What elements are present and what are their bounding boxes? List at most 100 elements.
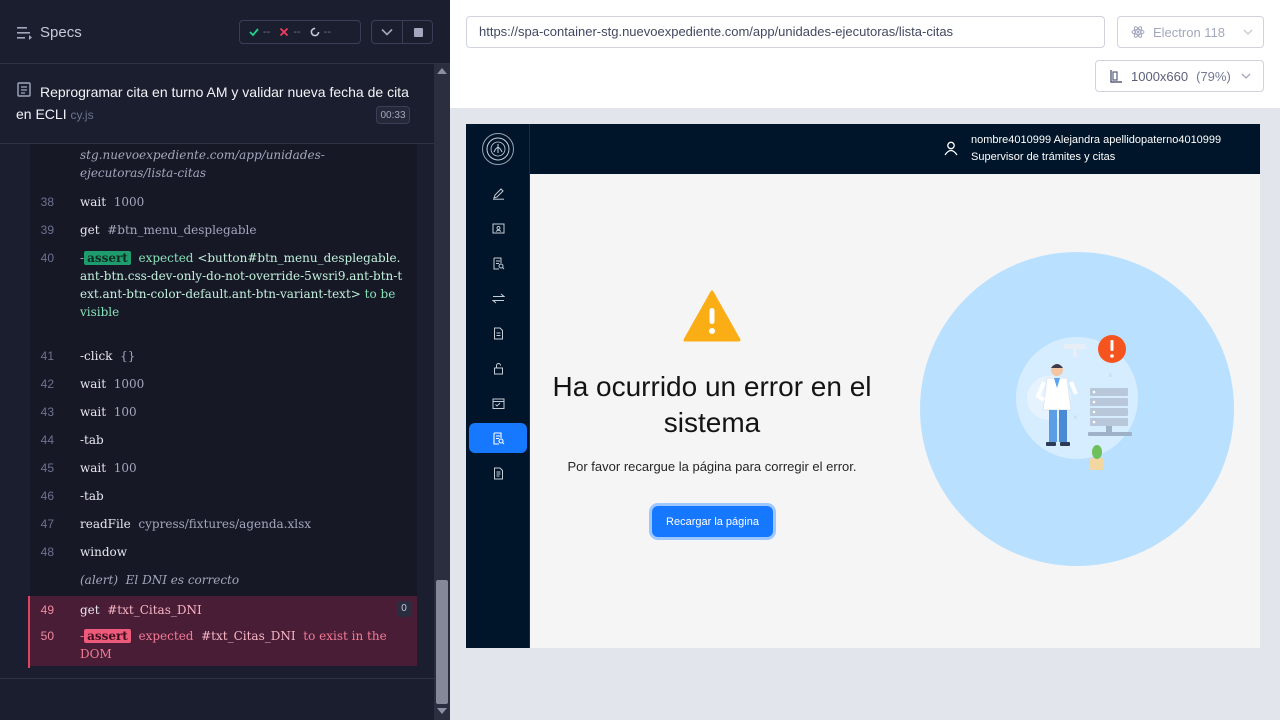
test-title: Reprogramar cita en turno AM y validar n…	[16, 81, 418, 126]
run-controls	[371, 20, 433, 44]
warning-icon	[683, 290, 741, 342]
failed-indicator-bar	[28, 596, 30, 668]
chevron-down-icon	[381, 28, 393, 36]
sidebar-item-schedule[interactable]	[469, 388, 527, 418]
command-number: 42	[40, 377, 54, 391]
command-number: 48	[40, 545, 54, 559]
reporter-header: Specs -- -- --	[0, 0, 450, 64]
browser-selector[interactable]: Electron 118	[1117, 16, 1264, 48]
spinner-icon	[310, 27, 320, 37]
command-arg: 100	[113, 461, 137, 475]
url-line-2: ejecutoras/lista-citas	[80, 166, 207, 180]
sidebar-item-id-card[interactable]	[469, 213, 527, 243]
svg-text:×: ×	[1073, 413, 1078, 422]
seal-icon	[486, 137, 510, 161]
command-number: 41	[40, 349, 54, 363]
command-number: 40	[40, 251, 54, 265]
swap-icon	[491, 293, 505, 303]
sidebar-item-unlock[interactable]	[469, 353, 527, 383]
assert-expected: expected	[138, 251, 194, 265]
command-arg: #txt_Citas_DNI	[107, 603, 202, 617]
app-sidebar	[466, 124, 530, 648]
passed-count: --	[263, 26, 271, 38]
url-line-1: stg.nuevoexpediente.com/app/unidades-	[80, 148, 325, 162]
element-count-badge: 0	[397, 601, 411, 617]
command-number: 46	[40, 489, 54, 503]
passed-stat: --	[249, 26, 270, 38]
viewport-selector[interactable]: 1000x660 (79%)	[1095, 60, 1264, 92]
command-name: -click	[80, 349, 113, 363]
command-name: get	[80, 603, 100, 617]
browser-label: Electron 118	[1153, 24, 1226, 40]
unlock-icon	[493, 362, 503, 374]
institution-logo[interactable]	[482, 133, 514, 165]
stop-icon	[413, 27, 423, 37]
command-log: ​ stg.nuevoexpediente.com/app/unidades- …	[30, 144, 417, 666]
assert-badge: assert	[84, 251, 131, 265]
app-header: nombre4010999 Alejandra apellidopaterno4…	[530, 124, 1260, 174]
failed-count: --	[293, 26, 301, 38]
assert-badge: assert	[84, 629, 131, 643]
command-arg: {}	[120, 349, 136, 363]
reporter-scrollbar[interactable]	[434, 64, 450, 720]
sidebar-item-transfer[interactable]	[469, 283, 527, 313]
specs-label[interactable]: Specs	[40, 24, 82, 41]
reload-page-button[interactable]: Recargar la página	[652, 506, 773, 537]
app-under-test: nombre4010999 Alejandra apellidopaterno4…	[466, 124, 1260, 648]
file-text-icon	[493, 467, 503, 479]
user-role: Supervisor de trámites y citas	[971, 151, 1116, 163]
command-name: -tab	[80, 489, 104, 503]
assert-tail: to exist in	[303, 629, 364, 643]
command-name: wait	[80, 461, 107, 475]
command-scroll-area[interactable]: Reprogramar cita en turno AM y validar n…	[0, 64, 434, 678]
failed-stat: --	[279, 26, 301, 38]
scroll-up-arrow-icon[interactable]	[437, 68, 447, 74]
scroll-down-arrow-icon[interactable]	[437, 708, 447, 714]
chevron-down-icon	[1243, 29, 1253, 35]
electron-icon	[1131, 26, 1145, 38]
sidebar-item-report[interactable]	[469, 458, 527, 488]
alert-label: (alert)	[80, 573, 119, 587]
assert-tail: to be	[364, 287, 396, 301]
test-duration: 00:33	[376, 106, 410, 124]
sidebar-item-file-search[interactable]	[469, 248, 527, 278]
command-number: 49	[40, 603, 54, 617]
user-name[interactable]: nombre4010999 Alejandra apellidopaterno4…	[971, 134, 1221, 146]
sidebar-item-appointments[interactable]	[469, 423, 527, 453]
test-title-row[interactable]: Reprogramar cita en turno AM y validar n…	[0, 64, 434, 144]
svg-text:×: ×	[1108, 371, 1113, 380]
sidebar-item-edit[interactable]	[469, 178, 527, 208]
pending-stat: --	[310, 26, 331, 38]
command-number: 50	[40, 629, 54, 643]
file-search-icon	[492, 431, 504, 445]
viewport-size: 1000x660	[1131, 68, 1189, 84]
scrollbar-thumb[interactable]	[436, 580, 448, 704]
test-file: cy.js	[70, 108, 94, 122]
sidebar-item-document[interactable]	[469, 318, 527, 348]
pending-count: --	[323, 26, 331, 38]
command-arg: cypress/fixtures/agenda.xlsx	[138, 517, 312, 531]
user-icon[interactable]	[944, 141, 958, 156]
check-icon	[249, 28, 259, 37]
stop-button[interactable]	[403, 21, 433, 43]
aut-url-bar[interactable]: https://spa-container-stg.nuevoexpedient…	[466, 16, 1105, 48]
ruler-icon	[1110, 70, 1122, 83]
x-icon	[280, 27, 289, 37]
command-row-failed[interactable]: 49 get #txt_Citas_DNI 0	[30, 596, 417, 624]
command-number: 44	[40, 433, 54, 447]
command-number: 47	[40, 517, 54, 531]
assert-subject: #txt_Citas_DNI	[201, 629, 296, 643]
command-name: window	[80, 545, 128, 559]
assert-row-failed[interactable]: 50 - assert expected #txt_Citas_DNI to ex…	[30, 624, 417, 666]
collapse-button[interactable]	[372, 21, 402, 43]
pencil-icon	[492, 187, 504, 200]
command-arg: 1000	[113, 195, 145, 209]
runner-toolbar: https://spa-container-stg.nuevoexpedient…	[450, 0, 1280, 108]
schedule-icon	[492, 398, 504, 409]
file-search-icon	[493, 257, 504, 269]
command-name: wait	[80, 195, 107, 209]
viewport-zoom: (79%)	[1196, 68, 1231, 84]
command-number: 45	[40, 461, 54, 475]
specs-list-icon[interactable]	[17, 26, 33, 40]
reporter-panel: Specs -- -- -- Reprogramar cita en turno…	[0, 0, 450, 720]
